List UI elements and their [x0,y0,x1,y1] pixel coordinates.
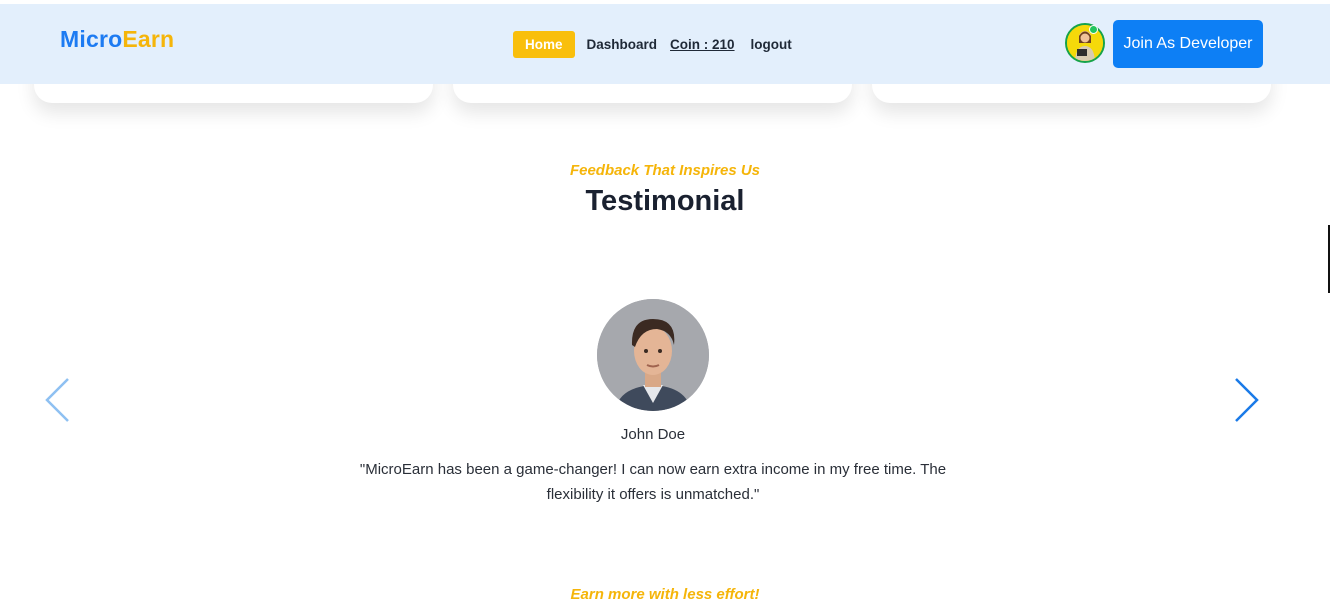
user-avatar[interactable] [1065,23,1105,63]
page: MicroEarn Home Dashboard Coin : 210 logo… [0,0,1330,607]
testimonial-quote: "MicroEarn has been a game-changer! I ca… [359,461,947,503]
nav-home-link[interactable]: Home [513,31,575,58]
navbar: MicroEarn Home Dashboard Coin : 210 logo… [0,4,1330,84]
nav-coin-link[interactable]: Coin : 210 [670,37,735,52]
chevron-left-icon[interactable] [42,376,72,424]
online-status-dot [1089,25,1098,34]
testimonial-eyebrow: Feedback That Inspires Us [569,162,761,179]
logo-micro: Micro [60,26,123,52]
logo-earn: Earn [122,26,175,52]
next-section-eyebrow: Earn more with less effort! [570,586,760,603]
nav-logout-link[interactable]: logout [751,37,792,52]
site-logo[interactable]: MicroEarn [60,26,174,53]
main-nav: Home Dashboard Coin : 210 logout [513,31,792,58]
chevron-right-icon[interactable] [1232,376,1262,424]
join-as-developer-button[interactable]: Join As Developer [1113,20,1263,68]
top-border [0,0,1330,4]
testimonial-title: Testimonial [585,185,745,217]
testimonial-avatar [597,299,709,411]
testimonial-name: John Doe [620,426,686,443]
nav-dashboard-link[interactable]: Dashboard [587,37,658,52]
person-photo [597,299,709,411]
